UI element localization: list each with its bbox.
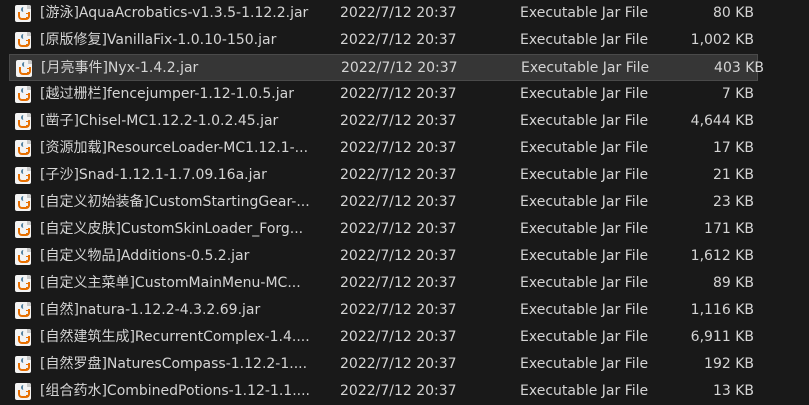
java-jar-icon [15,140,31,157]
file-name: [游泳]AquaAcrobatics-v1.3.5-1.12.2.jar [40,5,309,21]
java-jar-icon [15,5,31,22]
file-date-modified: 2022/7/12 20:37 [340,383,457,399]
file-name: [组合药水]CombinedPotions-1.12-1.1.... [40,383,311,399]
file-name: [自定义主菜单]CustomMainMenu-MC... [40,275,301,291]
file-row[interactable]: [凿子]Chisel-MC1.12.2-1.0.2.45.jar 2022/7/… [0,108,809,135]
file-name: [自然罗盘]NaturesCompass-1.12.2-1.... [40,356,308,372]
java-jar-icon [15,167,31,184]
file-date-modified: 2022/7/12 20:37 [340,32,457,48]
file-date-modified: 2022/7/12 20:37 [340,329,457,345]
file-size: 80 KB [712,5,754,21]
file-date-modified: 2022/7/12 20:37 [340,167,457,183]
file-size: 13 KB [712,383,754,399]
java-jar-icon [15,248,31,265]
file-size: 1,002 KB [690,32,754,48]
file-date-modified: 2022/7/12 20:37 [340,302,457,318]
file-name: [月亮事件]Nyx-1.4.2.jar [41,60,199,76]
file-date-modified: 2022/7/12 20:37 [341,60,458,76]
java-jar-icon [15,275,31,292]
file-name: [自定义物品]Additions-0.5.2.jar [40,248,250,264]
file-size: 17 KB [712,140,754,156]
file-row[interactable]: [自定义初始装备]CustomStartingGear-... 2022/7/1… [0,189,809,216]
file-row[interactable]: [资源加载]ResourceLoader-MC1.12.1-... 2022/7… [0,135,809,162]
file-date-modified: 2022/7/12 20:37 [340,5,457,21]
file-size: 171 KB [704,221,754,237]
file-name: [原版修复]VanillaFix-1.0.10-150.jar [40,32,277,48]
file-name: [凿子]Chisel-MC1.12.2-1.0.2.45.jar [40,113,279,129]
file-date-modified: 2022/7/12 20:37 [340,86,457,102]
file-name: [子沙]Snad-1.12.1-1.7.09.16a.jar [40,167,267,183]
java-jar-icon [16,60,32,77]
file-size: 1,612 KB [690,248,754,264]
file-date-modified: 2022/7/12 20:37 [340,140,457,156]
file-date-modified: 2022/7/12 20:37 [340,194,457,210]
file-row[interactable]: [越过栅栏]fencejumper-1.12-1.0.5.jar 2022/7/… [0,81,809,108]
file-list: [游泳]AquaAcrobatics-v1.3.5-1.12.2.jar 202… [0,0,809,405]
file-size: 1,116 KB [690,302,754,318]
file-row[interactable]: [自定义物品]Additions-0.5.2.jar 2022/7/12 20:… [0,243,809,270]
java-jar-icon [15,86,31,103]
file-name: [资源加载]ResourceLoader-MC1.12.1-... [40,140,309,156]
file-name: [自然]natura-1.12.2-4.3.2.69.jar [40,302,261,318]
file-size: 192 KB [704,356,754,372]
file-type: Executable Jar File [521,60,650,76]
file-row[interactable]: [自然建筑生成]RecurrentComplex-1.4.... 2022/7/… [0,324,809,351]
file-size: 403 KB [714,60,764,76]
file-size: 89 KB [712,275,754,291]
file-size: 4,644 KB [690,113,754,129]
file-row[interactable]: [子沙]Snad-1.12.1-1.7.09.16a.jar 2022/7/12… [0,162,809,189]
file-size: 23 KB [712,194,754,210]
java-jar-icon [15,194,31,211]
file-row[interactable]: [游泳]AquaAcrobatics-v1.3.5-1.12.2.jar 202… [0,0,809,27]
file-name: [越过栅栏]fencejumper-1.12-1.0.5.jar [40,86,294,102]
file-row[interactable]: [自定义主菜单]CustomMainMenu-MC... 2022/7/12 2… [0,270,809,297]
file-row[interactable]: [组合药水]CombinedPotions-1.12-1.1.... 2022/… [0,378,809,405]
file-date-modified: 2022/7/12 20:37 [340,248,457,264]
file-row[interactable]: [自然罗盘]NaturesCompass-1.12.2-1.... 2022/7… [0,351,809,378]
file-name: [自定义皮肤]CustomSkinLoader_Forg... [40,221,304,237]
file-size: 21 KB [712,167,754,183]
file-row[interactable]: [原版修复]VanillaFix-1.0.10-150.jar 2022/7/1… [0,27,809,54]
file-row[interactable]: [自然]natura-1.12.2-4.3.2.69.jar 2022/7/12… [0,297,809,324]
java-jar-icon [15,32,31,49]
java-jar-icon [15,221,31,238]
file-date-modified: 2022/7/12 20:37 [340,356,457,372]
java-jar-icon [15,302,31,319]
java-jar-icon [15,383,31,400]
file-size: 6,911 KB [690,329,754,345]
file-name: [自然建筑生成]RecurrentComplex-1.4.... [40,329,310,345]
file-name: [自定义初始装备]CustomStartingGear-... [40,194,310,210]
file-size: 7 KB [721,86,754,102]
file-date-modified: 2022/7/12 20:37 [340,275,457,291]
java-jar-icon [15,113,31,130]
file-row[interactable]: [月亮事件]Nyx-1.4.2.jar 2022/7/12 20:37 Exec… [9,54,764,81]
java-jar-icon [15,356,31,373]
file-date-modified: 2022/7/12 20:37 [340,221,457,237]
java-jar-icon [15,329,31,346]
file-date-modified: 2022/7/12 20:37 [340,113,457,129]
file-row[interactable]: [自定义皮肤]CustomSkinLoader_Forg... 2022/7/1… [0,216,809,243]
